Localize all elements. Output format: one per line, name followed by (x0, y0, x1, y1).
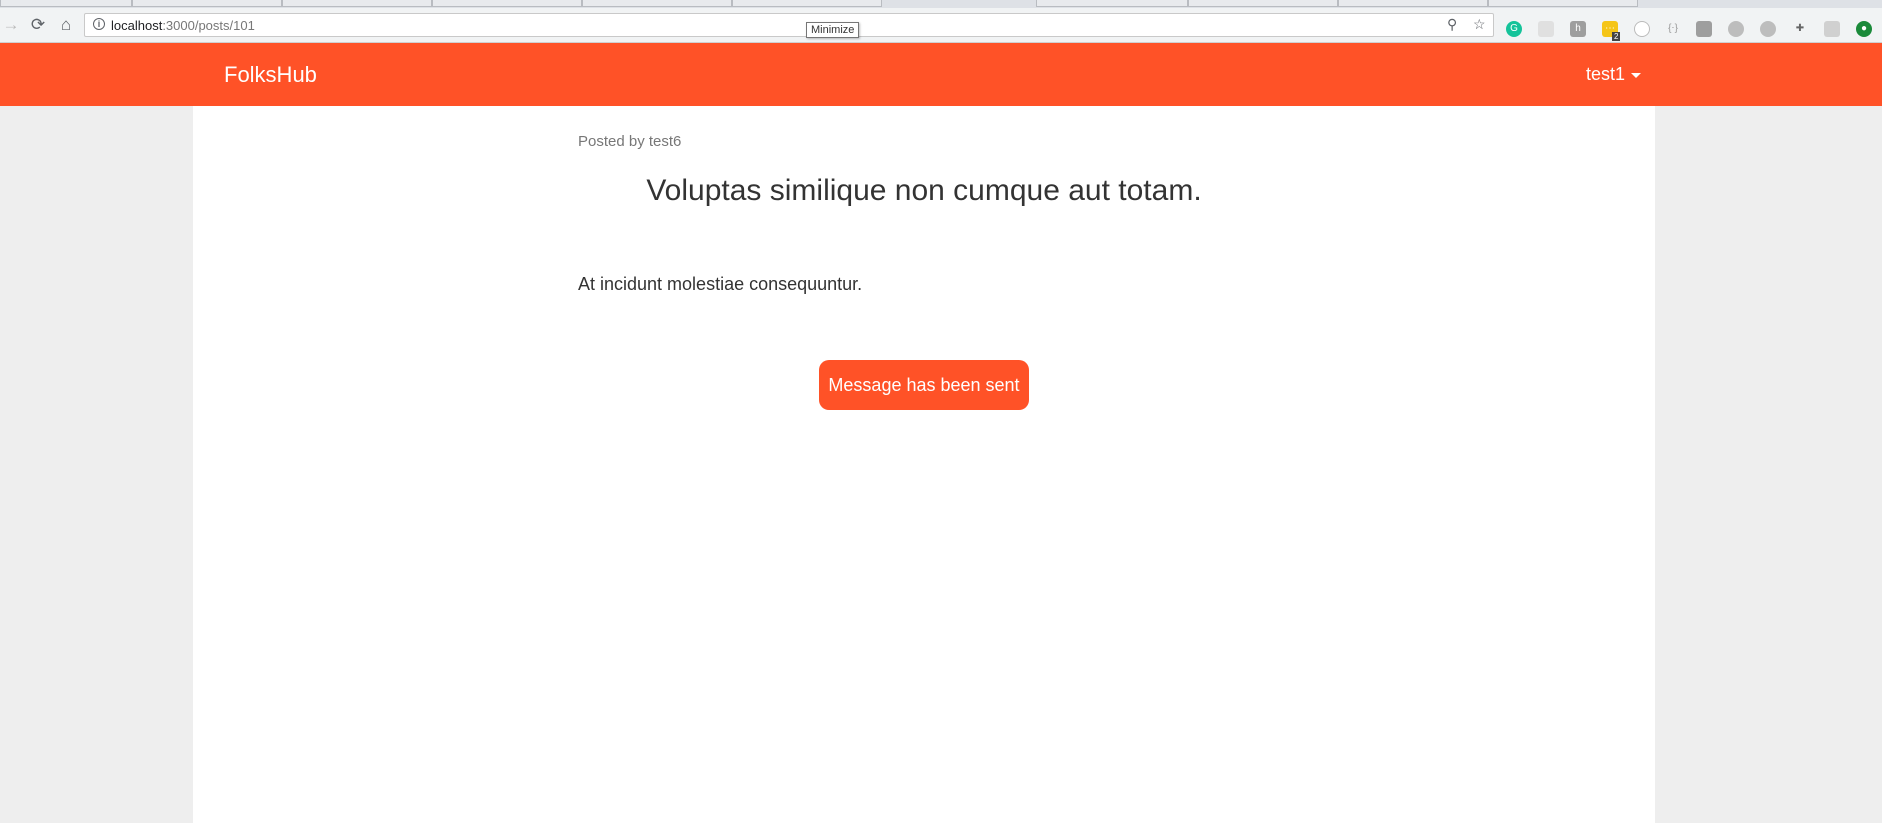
grammarly-extension-icon[interactable]: G (1506, 21, 1522, 37)
browser-tab[interactable] (732, 0, 882, 7)
post-author: Posted by test6 (578, 133, 682, 150)
browser-toolbar: → ⟳ ⌂ i localhost:3000/posts/101 ⚲ ☆ G h… (0, 8, 1882, 43)
browser-tab[interactable] (0, 0, 132, 7)
browser-tab-strip (0, 0, 1882, 8)
extension-icon[interactable]: ● (1856, 21, 1872, 37)
browser-tab[interactable] (432, 0, 582, 7)
extension-icon[interactable] (1760, 21, 1776, 37)
browser-tab[interactable] (1188, 0, 1338, 7)
address-bar[interactable]: i localhost:3000/posts/101 ⚲ ☆ (84, 13, 1494, 37)
extension-icon[interactable] (1696, 21, 1712, 37)
extension-icon[interactable] (1538, 21, 1554, 37)
extension-icon[interactable] (1824, 21, 1840, 37)
browser-tab[interactable] (1338, 0, 1488, 7)
browser-tab[interactable] (1036, 0, 1188, 7)
app-navbar: FolksHub test1 (0, 43, 1882, 106)
extension-icon[interactable]: h (1570, 21, 1586, 37)
brand-logo[interactable]: FolksHub (224, 62, 317, 88)
minimize-tooltip: Minimize (806, 22, 860, 38)
extension-icon[interactable] (1728, 21, 1744, 37)
extension-icon[interactable] (1634, 21, 1650, 37)
user-menu-dropdown[interactable]: test1 (1586, 64, 1642, 85)
browser-tab[interactable] (1488, 0, 1638, 7)
forward-icon[interactable]: → (0, 14, 22, 36)
post-body: At incidunt molestiae consequuntur. (578, 274, 863, 294)
browser-tab[interactable] (582, 0, 732, 7)
bookmark-star-icon[interactable]: ☆ (1473, 16, 1486, 33)
zoom-icon[interactable]: ⚲ (1447, 16, 1457, 33)
message-sent-button[interactable]: Message has been sent (819, 360, 1029, 410)
url-text[interactable]: localhost:3000/posts/101 (111, 18, 255, 33)
browser-tab[interactable] (282, 0, 432, 7)
caret-down-icon (1631, 72, 1642, 78)
reload-icon[interactable]: ⟳ (27, 14, 49, 36)
post-container: Posted by test6 Voluptas similique non c… (193, 106, 1655, 823)
site-info-icon[interactable]: i (93, 18, 105, 30)
post-title: Voluptas similique non cumque aut totam. (646, 174, 1202, 207)
extension-icon[interactable]: {⋅} (1665, 21, 1681, 37)
extension-badge: 2 (1612, 32, 1621, 41)
user-name: test1 (1586, 64, 1626, 84)
home-icon[interactable]: ⌂ (55, 14, 77, 36)
browser-tab[interactable] (132, 0, 282, 7)
puzzle-icon[interactable]: ✚ (1792, 21, 1808, 37)
